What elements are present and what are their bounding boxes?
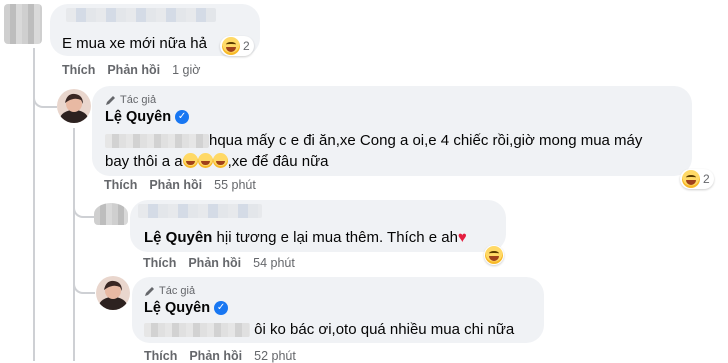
- reaction-badge[interactable]: 2: [680, 169, 714, 189]
- author-pen-icon: [145, 286, 154, 296]
- reply-button[interactable]: Phản hồi: [107, 63, 160, 77]
- author-name-label: Lệ Quyên: [144, 300, 211, 316]
- reply-actions: Thích Phản hồi 55 phút: [104, 178, 256, 192]
- laughing-emoji-icon: [682, 170, 700, 188]
- thread-elbow-reply3: [73, 266, 95, 294]
- verified-check-icon: ✓: [175, 110, 190, 124]
- mention-tag[interactable]: Lệ Quyên: [144, 229, 212, 246]
- reply-text: ôi ko bác ơi,oto quá nhiều mua chi nữa: [144, 319, 514, 340]
- like-button[interactable]: Thích: [143, 256, 176, 270]
- red-heart-icon: ♥: [457, 229, 467, 246]
- reply-bubble-author: Tác giả Lệ Quyên ✓ hqua mấy c e đi ăn,xe…: [92, 86, 692, 176]
- thread-line-reply1: [73, 128, 75, 361]
- reply-button[interactable]: Phản hồi: [149, 178, 202, 192]
- like-button[interactable]: Thích: [62, 63, 95, 77]
- thread-elbow-reply2: [73, 190, 95, 218]
- author-pen-icon: [106, 95, 115, 105]
- timestamp[interactable]: 1 giờ: [172, 63, 200, 77]
- commenter-name-redacted[interactable]: [66, 8, 216, 22]
- timestamp[interactable]: 55 phút: [214, 178, 256, 192]
- reaction-count: 2: [703, 172, 710, 186]
- laughing-emoji-icon: [485, 246, 503, 264]
- reply-bubble: Lệ Quyên hịi tương e lại mua thêm. Thích…: [130, 200, 506, 252]
- like-button[interactable]: Thích: [104, 178, 137, 192]
- reaction-badge[interactable]: [484, 245, 504, 265]
- grin-emoji-icon: [182, 153, 198, 168]
- author-badge-label: Tác giả: [159, 285, 196, 297]
- commenter-avatar[interactable]: [4, 4, 42, 44]
- thread-elbow-reply1: [33, 80, 57, 108]
- replier-name-redacted[interactable]: [138, 204, 262, 218]
- reaction-count: 2: [243, 39, 250, 53]
- author-avatar[interactable]: [57, 89, 91, 123]
- reply-button[interactable]: Phản hồi: [188, 256, 241, 270]
- author-name[interactable]: Lệ Quyên ✓: [105, 109, 190, 125]
- author-avatar-image: [96, 276, 130, 310]
- reply-text-body: ôi ko bác ơi,oto quá nhiều mua chi nữa: [254, 321, 515, 338]
- grin-emoji-icon: [197, 153, 213, 168]
- comment-text: E mua xe mới nữa hả: [62, 35, 207, 52]
- author-avatar-image: [57, 89, 91, 123]
- reply-text-line2-end: ,xe để đâu nữa: [227, 153, 329, 170]
- timestamp[interactable]: 54 phút: [253, 256, 295, 270]
- reply-text: Lệ Quyên hịi tương e lại mua thêm. Thích…: [144, 227, 467, 248]
- reply-text-body: hịi tương e lại mua thêm. Thích e ah: [212, 229, 458, 246]
- reply-text: hqua mấy c e đi ăn,xe Cong a oi,e 4 chiế…: [105, 130, 685, 172]
- tagged-name-redacted[interactable]: [144, 323, 250, 338]
- reply-actions: Thích Phản hồi 54 phút: [143, 256, 295, 270]
- reply-text-line1: hqua mấy c e đi ăn,xe Cong a oi,e 4 chiế…: [209, 132, 643, 149]
- reply-bubble-author: Tác giả Lệ Quyên ✓ ôi ko bác ơi,oto quá …: [132, 277, 544, 343]
- tagged-name-redacted[interactable]: [105, 134, 209, 149]
- comment-actions: Thích Phản hồi 1 giờ: [62, 63, 200, 77]
- author-avatar[interactable]: [96, 276, 130, 310]
- author-name[interactable]: Lệ Quyên ✓: [144, 300, 229, 316]
- replier-avatar[interactable]: [94, 203, 128, 225]
- laughing-emoji-icon: [222, 37, 240, 55]
- reaction-badge[interactable]: 2: [220, 36, 254, 56]
- reply-text-line2-start: bay thôi a a: [105, 153, 183, 170]
- grin-emoji-icon: [212, 153, 228, 168]
- author-badge-label: Tác giả: [120, 94, 157, 106]
- author-badge: Tác giả: [144, 285, 195, 297]
- verified-check-icon: ✓: [214, 301, 229, 315]
- author-name-label: Lệ Quyên: [105, 109, 172, 125]
- author-badge: Tác giả: [105, 94, 156, 106]
